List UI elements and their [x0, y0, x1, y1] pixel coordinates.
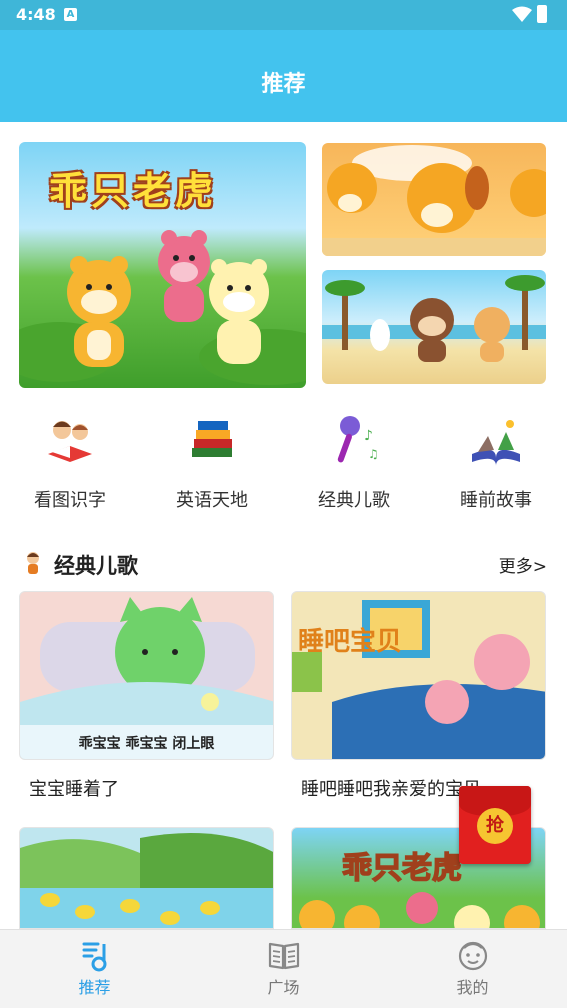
section-header: 经典儿歌 更多>	[20, 546, 547, 580]
open-book-icon	[268, 942, 299, 970]
microphone-icon: ♪ ♫	[337, 416, 379, 463]
section-title: 经典儿歌	[54, 554, 138, 578]
quick-nav-picture-words[interactable]: 看图识字	[10, 410, 130, 512]
quick-nav-english[interactable]: 英语天地	[152, 410, 272, 512]
books-icon	[192, 421, 232, 457]
tiger-illustration	[19, 230, 306, 385]
quick-nav-nursery-rhymes[interactable]: ♪ ♫ 经典儿歌	[294, 410, 414, 512]
ducks-pond-illustration	[20, 833, 273, 928]
thumb-text: 乖只老虎	[342, 851, 462, 886]
song-card[interactable]: 睡吧宝贝 睡吧睡吧我亲爱的宝贝	[291, 591, 546, 800]
puppy-illustration	[322, 145, 546, 256]
tab-label: 广场	[267, 978, 300, 997]
status-time: 4:48	[16, 5, 56, 24]
tab-square[interactable]: 广场	[189, 930, 378, 1008]
song-thumbnail: 乖宝宝 乖宝宝 闭上眼	[19, 591, 274, 760]
page-title: 推荐	[261, 72, 306, 97]
quick-nav-bedtime-stories[interactable]: 睡前故事	[436, 410, 556, 512]
status-bar: 4:48 A	[0, 0, 567, 30]
music-note-icon	[82, 942, 106, 972]
lyric-caption: 乖宝宝 乖宝宝 闭上眼	[78, 736, 215, 752]
banner-puppy-dance[interactable]	[322, 143, 546, 256]
quick-nav-label: 睡前故事	[460, 490, 532, 511]
beach-illustration	[322, 275, 546, 362]
red-packet-coin: 抢	[477, 808, 513, 844]
banner-main[interactable]: 乖只老虎	[19, 142, 306, 388]
kid-mascot-icon	[27, 552, 39, 574]
kids-reading-icon	[48, 421, 92, 462]
red-packet-button[interactable]: 抢	[459, 786, 531, 864]
song-thumbnail: 睡吧宝贝	[291, 591, 546, 760]
thumb-text: 睡吧宝贝	[298, 626, 402, 657]
song-title: 睡吧睡吧我亲爱的宝贝	[301, 779, 481, 800]
quick-nav-label: 英语天地	[176, 490, 248, 511]
bottom-tab-bar: 推荐 广场 我的	[0, 929, 567, 1008]
song-thumbnail	[19, 827, 274, 929]
caption-bar: 乖宝宝 乖宝宝 闭上眼	[20, 725, 273, 759]
tab-recommend[interactable]: 推荐	[0, 930, 189, 1008]
song-card[interactable]	[19, 827, 274, 929]
tab-mine[interactable]: 我的	[378, 930, 567, 1008]
banner-beach[interactable]	[322, 270, 546, 384]
svg-text:♪: ♪	[364, 428, 373, 444]
wifi-icon	[512, 6, 532, 22]
quick-nav-label: 看图识字	[34, 490, 106, 511]
song-title: 宝宝睡着了	[29, 779, 119, 800]
tab-label: 我的	[456, 978, 489, 997]
song-card[interactable]: 乖宝宝 乖宝宝 闭上眼 宝宝睡着了	[19, 591, 274, 800]
battery-icon	[537, 5, 547, 23]
notification-icon: A	[64, 8, 77, 21]
face-icon	[458, 941, 487, 971]
header-bar: 推荐	[0, 30, 567, 122]
quick-nav-label: 经典儿歌	[318, 490, 390, 511]
more-link[interactable]: 更多>	[499, 552, 547, 577]
sleep-baby-illustration: 睡吧宝贝	[292, 600, 545, 759]
storybook-icon	[472, 420, 520, 466]
svg-text:♫: ♫	[368, 447, 379, 461]
tab-label: 推荐	[78, 978, 111, 997]
